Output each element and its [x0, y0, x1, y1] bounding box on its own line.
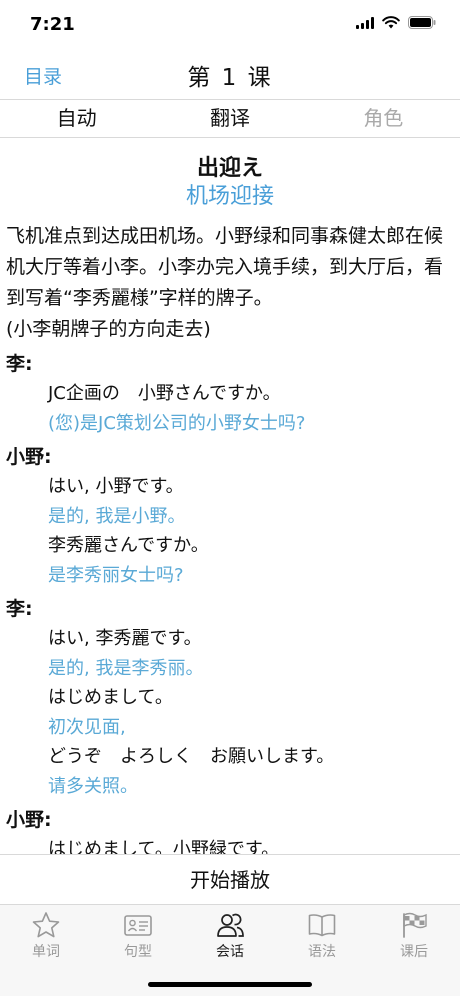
- start-playback-button[interactable]: 开始播放: [0, 854, 460, 904]
- dialogue-line[interactable]: はじめまして。 初次见面,: [6, 683, 454, 742]
- dialogue-line[interactable]: JC企画の 小野さんですか。 (您)是JC策划公司的小野女士吗?: [6, 379, 454, 438]
- tab-vocabulary[interactable]: 单词: [0, 905, 92, 996]
- chinese-translation: 初次见面,: [48, 717, 126, 738]
- tab-label: 语法: [308, 944, 336, 960]
- stage-direction: (小李朝牌子的方向走去): [6, 318, 211, 340]
- dialogue-line[interactable]: はい, 小野です。 是的, 我是小野。: [6, 472, 454, 531]
- dialogue-turn: 小野: はい, 小野です。 是的, 我是小野。 李秀麗さんですか。 是李秀丽女士…: [6, 442, 454, 590]
- chinese-translation: 是的, 我是小野。: [48, 506, 186, 527]
- japanese-text: はじめまして。小野緑です。: [48, 839, 280, 854]
- japanese-text: はい, 李秀麗です。: [48, 628, 202, 649]
- navigation-bar: 目录 第 1 课: [0, 48, 460, 100]
- role-mode-button[interactable]: 角色: [307, 100, 460, 137]
- japanese-text: JC企画の 小野さんですか。: [48, 383, 281, 404]
- book-icon: [308, 914, 336, 937]
- speaker-name: 小野:: [6, 446, 52, 468]
- lesson-intro: 飞机准点到达成田机场。小野绿和同事森健太郎在候机大厅等着小李。小李办完入境手续，…: [6, 225, 444, 309]
- dialogue-turn: 李: はい, 李秀麗です。 是的, 我是李秀丽。 はじめまして。 初次见面, ど…: [6, 594, 454, 801]
- japanese-text: 李秀麗さんですか。: [48, 535, 209, 556]
- chinese-translation: 是的, 我是李秀丽。: [48, 658, 204, 679]
- speaker-name: 小野:: [6, 809, 52, 831]
- checkered-flag-icon: [403, 912, 427, 938]
- tab-after-class[interactable]: 课后: [368, 905, 460, 996]
- id-card-icon: [124, 915, 152, 936]
- tab-label: 句型: [124, 944, 152, 960]
- japanese-text: どうぞ よろしく お願いします。: [48, 746, 335, 767]
- chinese-translation: 请多关照。: [48, 776, 138, 797]
- japanese-text: はい, 小野です。: [48, 476, 184, 497]
- cellular-signal-icon: [356, 16, 374, 29]
- lesson-subtitle: 机场迎接: [185, 184, 274, 209]
- dialogue-line[interactable]: どうぞ よろしく お願いします。 请多关照。: [6, 742, 454, 801]
- speaker-name: 李:: [6, 353, 33, 375]
- mode-selector: 自动 翻译 角色: [0, 100, 460, 138]
- auto-mode-button[interactable]: 自动: [0, 100, 153, 137]
- status-time: 7:21: [30, 14, 75, 35]
- dialogue-turn: 李: JC企画の 小野さんですか。 (您)是JC策划公司的小野女士吗?: [6, 349, 454, 438]
- people-icon: [217, 913, 244, 937]
- translation-toggle-button[interactable]: 翻译: [153, 100, 306, 137]
- speaker-name: 李:: [6, 598, 33, 620]
- dialogue-line[interactable]: はい, 李秀麗です。 是的, 我是李秀丽。: [6, 624, 454, 683]
- wifi-icon: [382, 16, 400, 29]
- chinese-translation: 是李秀丽女士吗?: [48, 565, 184, 586]
- dialogue-line[interactable]: 李秀麗さんですか。 是李秀丽女士吗?: [6, 531, 454, 590]
- japanese-text: はじめまして。: [48, 687, 173, 708]
- tab-label: 单词: [32, 944, 60, 960]
- page-title: 第 1 课: [187, 65, 273, 91]
- status-icons: [356, 16, 436, 29]
- battery-icon: [408, 16, 436, 29]
- star-icon: [32, 912, 60, 938]
- dialogue-content[interactable]: 出迎え 机场迎接 飞机准点到达成田机场。小野绿和同事森健太郎在候机大厅等着小李。…: [0, 139, 460, 854]
- tab-label: 会话: [216, 944, 244, 960]
- home-indicator: [148, 982, 312, 987]
- tab-label: 课后: [400, 944, 428, 960]
- lesson-title: 出迎え: [196, 156, 263, 181]
- dialogue-turn: 小野: はじめまして。小野緑です。: [6, 805, 454, 854]
- status-bar: 7:21: [0, 0, 460, 48]
- chinese-translation: (您)是JC策划公司的小野女士吗?: [48, 413, 306, 434]
- dialogue-line[interactable]: はじめまして。小野緑です。: [6, 835, 454, 854]
